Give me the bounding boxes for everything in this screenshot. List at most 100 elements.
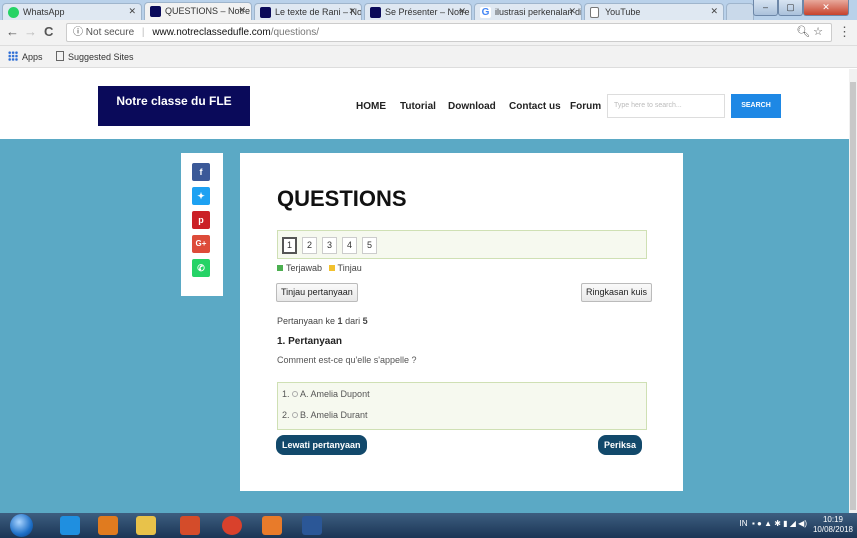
skip-question-button[interactable]: Lewati pertanyaan	[276, 435, 367, 455]
language-indicator[interactable]: IN	[740, 519, 748, 528]
tab-texte-rani[interactable]: Le texte de Rani – Not ✕	[254, 3, 362, 20]
answer-number: 2.	[282, 410, 290, 420]
url-input[interactable]: ⓘ Not secure | www.notreclassedufle.com/…	[66, 23, 832, 42]
status-legend: Terjawab Tinjau	[277, 263, 362, 273]
bookmarks-bar: Apps Suggested Sites	[0, 46, 857, 68]
tab-youtube[interactable]: YouTube ✕	[584, 3, 724, 20]
tab-title: WhatsApp	[23, 7, 65, 17]
close-icon[interactable]: ✕	[568, 6, 576, 17]
explorer-icon[interactable]	[136, 516, 156, 535]
close-icon[interactable]: ✕	[238, 5, 246, 16]
answer-option-2[interactable]: 2. B. Amelia Durant	[282, 410, 368, 420]
bookmark-label: Suggested Sites	[68, 52, 134, 62]
window-controls: – ▢ ✕	[753, 0, 855, 16]
google-icon: G	[480, 7, 491, 18]
question-text: Comment est-ce qu'elle s'appelle ?	[277, 355, 417, 365]
facebook-icon[interactable]: f	[192, 163, 210, 181]
share-panel: f ✦ p G+ ✆	[181, 153, 223, 296]
ie-icon[interactable]	[60, 516, 80, 535]
logo-text: Notre classe du FLE	[116, 94, 232, 108]
apps-grid-icon	[8, 51, 18, 61]
bookmark-star-icon[interactable]: ☆	[813, 26, 823, 38]
back-arrow-icon[interactable]: ←	[6, 24, 19, 39]
answer-option-1[interactable]: 1. A. Amelia Dupont	[282, 389, 370, 399]
chrome-icon[interactable]	[222, 516, 242, 535]
nav-forum[interactable]: Forum	[570, 101, 601, 112]
info-icon[interactable]: ⓘ	[73, 27, 83, 38]
progress-prefix: Pertanyaan ke	[277, 316, 338, 326]
system-tray: IN ▪ ● ▲ ✱ ▮ ◢ ◀)	[739, 519, 807, 528]
pager-item-3[interactable]: 3	[322, 237, 337, 254]
url-host: www.notreclassedufle.com	[152, 27, 271, 38]
window-close-button[interactable]: ✕	[803, 0, 849, 16]
nav-download[interactable]: Download	[448, 101, 496, 112]
close-icon[interactable]: ✕	[128, 6, 136, 17]
url-path: /questions/	[270, 27, 320, 38]
taskbar: IN ▪ ● ▲ ✱ ▮ ◢ ◀) 10:19 10/08/2018	[0, 513, 857, 538]
minimize-button[interactable]: –	[753, 0, 778, 16]
quiz-summary-button[interactable]: Ringkasan kuis	[581, 283, 653, 302]
site-favicon-icon	[260, 7, 271, 18]
answer-list: 1. A. Amelia Dupont 2. B. Amelia Durant	[277, 382, 647, 430]
security-label: Not secure	[85, 27, 135, 38]
zoom-icon[interactable]: 🔍︎	[796, 26, 810, 38]
answered-square-icon	[277, 265, 283, 271]
forward-arrow-icon[interactable]: →	[24, 24, 37, 39]
nav-home[interactable]: HOME	[356, 101, 386, 112]
reload-icon[interactable]: C	[44, 24, 53, 39]
question-heading: 1. Pertanyaan	[277, 336, 343, 347]
tab-se-presenter[interactable]: Se Présenter – Notre C ✕	[364, 3, 472, 20]
search-button[interactable]: SEARCH	[731, 94, 781, 118]
pager-item-5[interactable]: 5	[362, 237, 377, 254]
legend-answered: Terjawab	[286, 263, 323, 273]
close-icon[interactable]: ✕	[458, 6, 466, 17]
radio-button[interactable]	[292, 412, 299, 418]
answer-text: A. Amelia Dupont	[300, 389, 370, 399]
tab-whatsapp[interactable]: WhatsApp ✕	[2, 3, 142, 20]
bookmark-label: Apps	[22, 52, 43, 62]
googleplus-icon[interactable]: G+	[192, 235, 210, 253]
clock-date: 10/08/2018	[812, 525, 853, 534]
pager-item-1[interactable]: 1	[282, 237, 297, 254]
site-favicon-icon	[150, 6, 161, 17]
app-g-icon[interactable]	[262, 516, 282, 535]
tab-questions[interactable]: QUESTIONS – Notre C ✕	[144, 2, 252, 20]
clock[interactable]: 10:19 10/08/2018	[813, 515, 853, 535]
bookmark-suggested-sites[interactable]: Suggested Sites	[56, 51, 134, 62]
search-input[interactable]: Type here to search...	[607, 94, 725, 118]
media-player-icon[interactable]	[98, 516, 118, 535]
browser-menu-icon[interactable]: ⋮	[838, 24, 851, 40]
clock-time: 10:19	[822, 515, 843, 524]
bookmark-apps[interactable]: Apps	[8, 51, 43, 62]
tab-google-search[interactable]: G ilustrasi perkenalan di ✕	[474, 3, 582, 20]
pager-item-4[interactable]: 4	[342, 237, 357, 254]
close-icon[interactable]: ✕	[348, 6, 356, 17]
close-icon[interactable]: ✕	[710, 6, 718, 17]
scrollbar-thumb[interactable]	[850, 82, 856, 510]
tab-title: YouTube	[605, 7, 641, 17]
nav-contact-us[interactable]: Contact us	[509, 101, 561, 112]
pinterest-icon[interactable]: p	[192, 211, 210, 229]
page-title: QUESTIONS	[277, 186, 407, 211]
page-icon	[590, 7, 599, 18]
pager-item-2[interactable]: 2	[302, 237, 317, 254]
quiz-card: QUESTIONS 1 2 3 4 5 Terjawab Tinjau Tinj…	[240, 153, 683, 491]
app-icon[interactable]	[180, 516, 200, 535]
progress-total: 5	[362, 316, 368, 326]
check-answer-button[interactable]: Periksa	[598, 435, 643, 455]
start-button[interactable]	[10, 514, 33, 537]
review-question-button[interactable]: Tinjau pertanyaan	[276, 283, 358, 302]
search-placeholder: Type here to search...	[614, 102, 682, 109]
new-tab-button[interactable]	[726, 3, 754, 20]
nav-tutorial[interactable]: Tutorial	[400, 101, 436, 112]
question-pager: 1 2 3 4 5	[277, 230, 647, 259]
search-button-label: SEARCH	[741, 102, 771, 109]
radio-button[interactable]	[292, 391, 299, 397]
whatsapp-icon[interactable]: ✆	[192, 259, 210, 277]
maximize-button[interactable]: ▢	[778, 0, 803, 16]
word-icon[interactable]	[302, 516, 322, 535]
address-bar: ← → C ⓘ Not secure | www.notreclassedufl…	[0, 20, 857, 46]
site-logo[interactable]: Notre classe du FLE	[98, 86, 250, 126]
twitter-icon[interactable]: ✦	[192, 187, 210, 205]
legend-review: Tinjau	[337, 263, 362, 273]
